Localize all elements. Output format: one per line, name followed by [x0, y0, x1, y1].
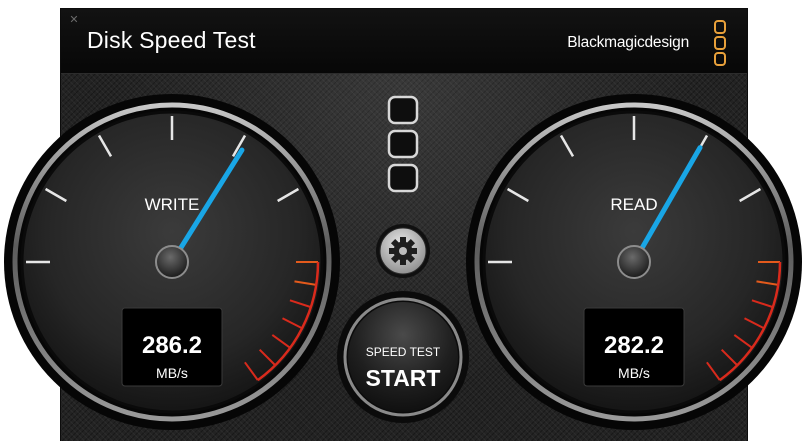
title-bar: ✕ Disk Speed Test Blackmagicdesign — [61, 9, 747, 74]
write-speed-unit: MB/s — [156, 365, 188, 381]
read-gauge-label: READ — [610, 195, 657, 214]
read-gauge-hub — [617, 245, 651, 279]
start-button[interactable]: SPEED TEST START — [337, 291, 469, 423]
read-gauge: READ 282.2 MB/s — [466, 94, 802, 430]
write-gauge-label: WRITE — [145, 195, 200, 214]
start-button-label: START — [366, 365, 441, 391]
brand-name: Blackmagicdesign — [567, 34, 689, 51]
close-icon[interactable]: ✕ — [67, 14, 81, 26]
read-speed-value: 282.2 — [604, 332, 664, 359]
stacked-squares-icon[interactable] — [387, 95, 419, 193]
brand-logo-icon — [714, 20, 726, 66]
read-speed-unit: MB/s — [618, 365, 650, 381]
write-speed-value: 286.2 — [142, 332, 202, 359]
app-title: Disk Speed Test — [87, 27, 256, 53]
start-button-subtitle: SPEED TEST — [366, 345, 441, 359]
write-gauge-hub — [155, 245, 189, 279]
settings-button[interactable] — [376, 224, 430, 278]
gear-icon — [389, 237, 417, 265]
write-gauge: WRITE 286.2 MB/s — [4, 94, 340, 430]
